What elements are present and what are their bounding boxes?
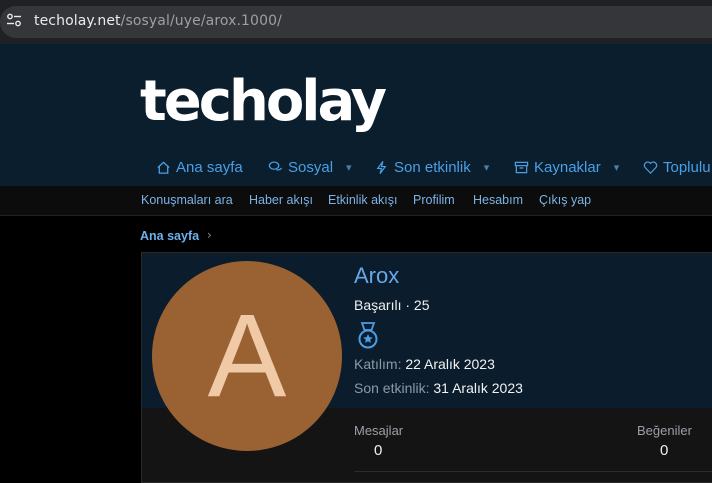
nav-tab-label: Sosyal (288, 158, 334, 176)
user-rank: Başarılı · 25 (354, 297, 430, 313)
nav-tab-resources[interactable]: Kaynaklar ▾ (514, 154, 619, 180)
nav-tab-social[interactable]: Sosyal ▾ (268, 154, 352, 180)
nav-tab-community[interactable]: Toplulu (643, 154, 711, 180)
archive-icon (514, 161, 529, 173)
nav-tab-home[interactable]: Ana sayfa (156, 154, 243, 180)
subnav-link-search-conversations[interactable]: Konuşmaları ara (141, 193, 233, 207)
nav-tab-label: Son etkinlik (394, 158, 471, 176)
home-icon (157, 160, 170, 174)
subnav-link-activity-feed[interactable]: Etkinlik akışı (328, 193, 397, 207)
site-logo[interactable]: techolay (140, 70, 387, 134)
subnav-link-my-profile[interactable]: Profilim (413, 193, 455, 207)
last-activity-label: Son etkinlik: (354, 380, 430, 396)
chat-icon (268, 160, 283, 171)
chevron-down-icon[interactable]: ▾ (484, 161, 490, 174)
joined-label: Katılım: (354, 356, 402, 372)
joined-value: 22 Aralık 2023 (405, 356, 495, 372)
medal-star-icon[interactable] (357, 322, 379, 350)
subnav-link-my-account[interactable]: Hesabım (473, 193, 523, 207)
divider (354, 471, 712, 472)
url-text[interactable]: techolay.net/sosyal/uye/arox.1000/ (34, 13, 282, 29)
bolt-icon (376, 160, 387, 174)
nav-tab-label: Toplulu (663, 158, 711, 176)
messages-count[interactable]: 0 (374, 442, 382, 459)
url-path: /sosyal/uye/arox.1000/ (120, 13, 282, 29)
username[interactable]: Arox (354, 263, 399, 289)
avatar-letter: A (207, 290, 287, 422)
site-settings-icon[interactable] (6, 12, 22, 28)
messages-label: Mesajlar (354, 423, 404, 438)
breadcrumb-home[interactable]: Ana sayfa (140, 229, 199, 243)
subnav-link-news-feed[interactable]: Haber akışı (249, 193, 313, 207)
nav-tab-label: Ana sayfa (176, 158, 243, 176)
likes-label: Beğeniler (637, 423, 692, 438)
joined-date: Katılım: 22 Aralık 2023 (354, 356, 495, 372)
nav-tab-label: Kaynaklar (534, 158, 601, 176)
nav-tab-recent-activity[interactable]: Son etkinlik ▾ (374, 154, 489, 180)
chevron-down-icon[interactable]: ▾ (614, 161, 620, 174)
url-host: techolay.net (34, 13, 121, 29)
last-activity: Son etkinlik: 31 Aralık 2023 (354, 380, 523, 396)
chevron-right-icon: › (207, 228, 212, 242)
last-activity-value[interactable]: 31 Aralık 2023 (433, 380, 523, 396)
avatar[interactable]: A (152, 261, 342, 451)
heart-icon (643, 160, 658, 174)
subnav-link-logout[interactable]: Çıkış yap (539, 193, 591, 207)
likes-count[interactable]: 0 (660, 442, 668, 459)
chevron-down-icon[interactable]: ▾ (346, 161, 352, 174)
